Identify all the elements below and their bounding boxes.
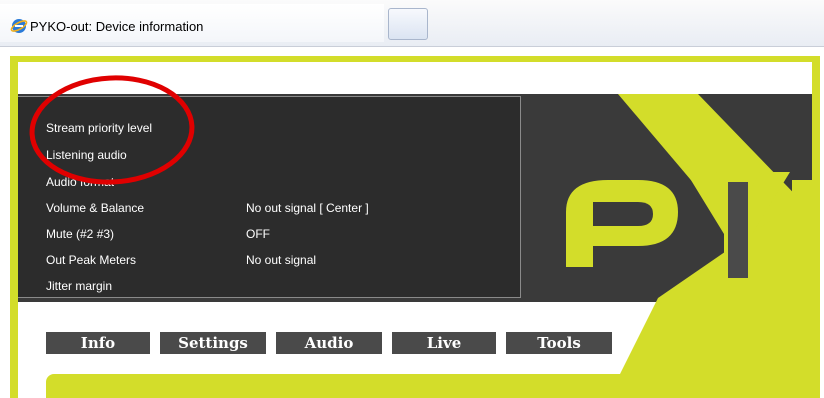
- info-label: Mute (#2 #3): [46, 227, 115, 241]
- info-value: No out signal [ Center ]: [246, 201, 369, 215]
- internet-explorer-icon: [10, 19, 28, 33]
- page-content: Stream priority level Listening audio Au…: [18, 62, 812, 398]
- page-frame: Stream priority level Listening audio Au…: [10, 56, 820, 398]
- nav-live-button[interactable]: Live: [392, 332, 496, 354]
- info-label: Jitter margin: [46, 279, 113, 293]
- browser-tab-strip: PYKO-out: Device information: [0, 0, 824, 47]
- browser-tab-title: PYKO-out: Device information: [30, 19, 204, 34]
- content-panel: [46, 374, 792, 398]
- info-label: Audio format: [46, 175, 115, 189]
- info-value: OFF: [246, 227, 270, 241]
- browser-tab[interactable]: PYKO-out: Device information: [0, 4, 384, 42]
- nav-tools-button[interactable]: Tools: [506, 332, 612, 354]
- info-label: Volume & Balance: [46, 201, 145, 215]
- nav-audio-button[interactable]: Audio: [276, 332, 382, 354]
- nav-info-button[interactable]: Info: [46, 332, 150, 354]
- info-value: No out signal: [246, 253, 317, 267]
- info-label: Stream priority level: [46, 121, 153, 135]
- nav-settings-button[interactable]: Settings: [160, 332, 266, 354]
- device-info-panel: Stream priority level Listening audio Au…: [18, 96, 521, 298]
- new-tab-button[interactable]: [388, 8, 428, 40]
- info-label: Out Peak Meters: [46, 253, 137, 267]
- info-label: Listening audio: [46, 148, 127, 162]
